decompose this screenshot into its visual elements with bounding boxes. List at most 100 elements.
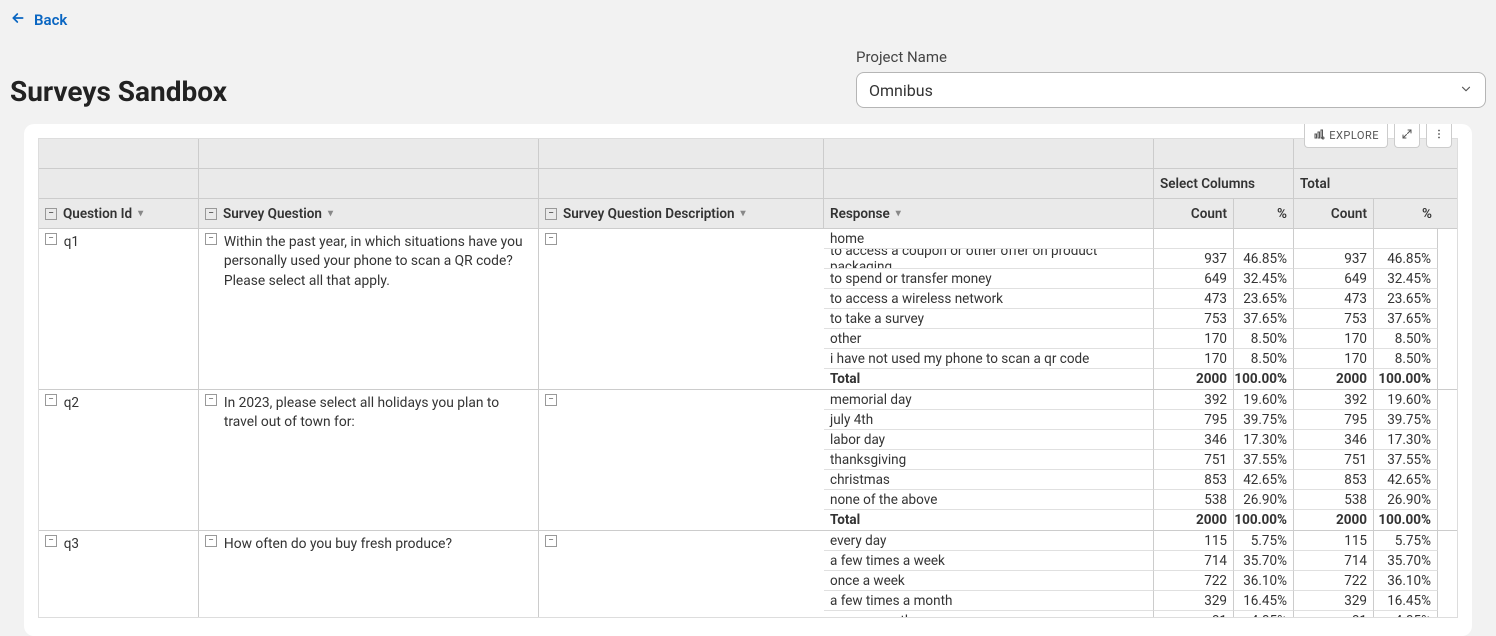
table-row: i have not used my phone to scan a qr co… (824, 349, 1457, 369)
question-desc-cell: − (539, 229, 824, 389)
select-pct-cell: 39.75% (1234, 410, 1294, 430)
table-row: once a month814.05%814.05% (824, 611, 1457, 618)
select-pct-cell (1234, 229, 1294, 249)
table-row: none of the above53826.90%53826.90% (824, 490, 1457, 510)
select-pct-cell: 36.10% (1234, 571, 1294, 591)
col-response[interactable]: Response ▾ (824, 199, 1154, 228)
total-pct-cell: 17.30% (1374, 430, 1438, 450)
project-select[interactable]: Omnibus (856, 72, 1486, 108)
total-count-cell: 115 (1294, 531, 1374, 551)
collapse-icon[interactable]: − (545, 208, 557, 220)
total-pct-cell: 8.50% (1374, 329, 1438, 349)
total-pct-cell (1374, 229, 1438, 249)
question-id-cell: − q3 (39, 531, 199, 618)
back-label: Back (34, 11, 67, 29)
more-vertical-icon (1433, 128, 1445, 143)
question-desc-cell: − (539, 531, 824, 618)
total-count-cell: 714 (1294, 551, 1374, 571)
explore-button[interactable]: EXPLORE (1304, 124, 1388, 148)
arrow-left-icon (10, 10, 26, 30)
col-survey-question-description[interactable]: − Survey Question Description ▾ (539, 199, 824, 228)
total-pct-cell: 5.75% (1374, 531, 1438, 551)
response-cell: once a week (824, 571, 1154, 591)
response-cell: home (824, 229, 1154, 249)
collapse-icon[interactable]: − (205, 394, 217, 406)
select-count-cell: 329 (1154, 591, 1234, 611)
table-row: other1708.50%1708.50% (824, 329, 1457, 349)
col-survey-question[interactable]: − Survey Question ▾ (199, 199, 539, 228)
question-id-cell: − q2 (39, 390, 199, 530)
total-count-cell: 751 (1294, 450, 1374, 470)
question-id-cell: − q1 (39, 229, 199, 389)
expand-button[interactable] (1394, 124, 1420, 148)
total-count-cell: 170 (1294, 349, 1374, 369)
question-text-cell: − Within the past year, in which situati… (199, 229, 539, 389)
select-count-cell: 753 (1154, 309, 1234, 329)
total-pct-cell: 23.65% (1374, 289, 1438, 309)
project-name-label: Project Name (856, 48, 1486, 66)
total-count-cell: 81 (1294, 611, 1374, 618)
col-total-count[interactable]: Count (1294, 199, 1374, 228)
collapse-icon[interactable]: − (205, 208, 217, 220)
page-title: Surveys Sandbox (10, 75, 227, 108)
collapse-icon[interactable]: − (45, 535, 57, 547)
table-row: every day1155.75%1155.75% (824, 531, 1457, 551)
collapse-icon[interactable]: − (45, 208, 57, 220)
col-select-pct[interactable]: % (1234, 199, 1294, 228)
collapse-icon[interactable]: − (45, 394, 57, 406)
total-count-cell: 795 (1294, 410, 1374, 430)
total-count-cell: 392 (1294, 390, 1374, 410)
select-pct-cell: 16.45% (1234, 591, 1294, 611)
explore-icon (1313, 128, 1325, 143)
sort-icon: ▾ (741, 208, 746, 219)
table-row: to access a coupon or other offer on pro… (824, 249, 1457, 269)
back-link[interactable]: Back (10, 10, 67, 30)
select-count-cell: 2000 (1154, 369, 1234, 389)
table-row: a few times a month32916.45%32916.45% (824, 591, 1457, 611)
total-pct-cell: 36.10% (1374, 571, 1438, 591)
response-cell: to access a wireless network (824, 289, 1154, 309)
total-count-cell: 473 (1294, 289, 1374, 309)
select-count-cell: 795 (1154, 410, 1234, 430)
collapse-icon[interactable]: − (205, 233, 217, 245)
total-pct-cell: 100.00% (1374, 369, 1438, 389)
table-row: thanksgiving75137.55%75137.55% (824, 450, 1457, 470)
collapse-icon[interactable]: − (545, 535, 557, 547)
response-cell: none of the above (824, 490, 1154, 510)
collapse-icon[interactable]: − (545, 233, 557, 245)
col-question-id[interactable]: − Question Id ▾ (39, 199, 199, 228)
select-count-cell: 81 (1154, 611, 1234, 618)
table-row: july 4th79539.75%79539.75% (824, 410, 1457, 430)
select-pct-cell: 23.65% (1234, 289, 1294, 309)
total-pct-cell: 39.75% (1374, 410, 1438, 430)
table-row: home (824, 229, 1457, 249)
table-row: memorial day39219.60%39219.60% (824, 390, 1457, 410)
table-row: once a week72236.10%72236.10% (824, 571, 1457, 591)
expand-icon (1401, 128, 1413, 143)
col-select-count[interactable]: Count (1154, 199, 1234, 228)
collapse-icon[interactable]: − (545, 394, 557, 406)
select-count-cell: 346 (1154, 430, 1234, 450)
collapse-icon[interactable]: − (205, 535, 217, 547)
total-pct-cell: 26.90% (1374, 490, 1438, 510)
total-pct-cell: 37.65% (1374, 309, 1438, 329)
response-cell: i have not used my phone to scan a qr co… (824, 349, 1154, 369)
total-pct-cell: 8.50% (1374, 349, 1438, 369)
total-pct-cell: 19.60% (1374, 390, 1438, 410)
total-count-cell: 722 (1294, 571, 1374, 591)
more-menu-button[interactable] (1426, 124, 1452, 148)
select-pct-cell: 8.50% (1234, 349, 1294, 369)
collapse-icon[interactable]: − (45, 233, 57, 245)
select-pct-cell: 100.00% (1234, 510, 1294, 530)
response-cell: to access a coupon or other offer on pro… (824, 249, 1154, 269)
select-count-cell: 538 (1154, 490, 1234, 510)
select-pct-cell: 5.75% (1234, 531, 1294, 551)
select-count-cell: 853 (1154, 470, 1234, 490)
select-count-cell: 115 (1154, 531, 1234, 551)
response-cell: july 4th (824, 410, 1154, 430)
col-total-pct[interactable]: % (1374, 199, 1438, 228)
question-text-cell: − In 2023, please select all holidays yo… (199, 390, 539, 530)
results-table: Select ColumnsTotal− Question Id ▾− Surv… (38, 138, 1458, 618)
table-row: Total2000100.00%2000100.00% (824, 369, 1457, 389)
total-count-cell: 346 (1294, 430, 1374, 450)
